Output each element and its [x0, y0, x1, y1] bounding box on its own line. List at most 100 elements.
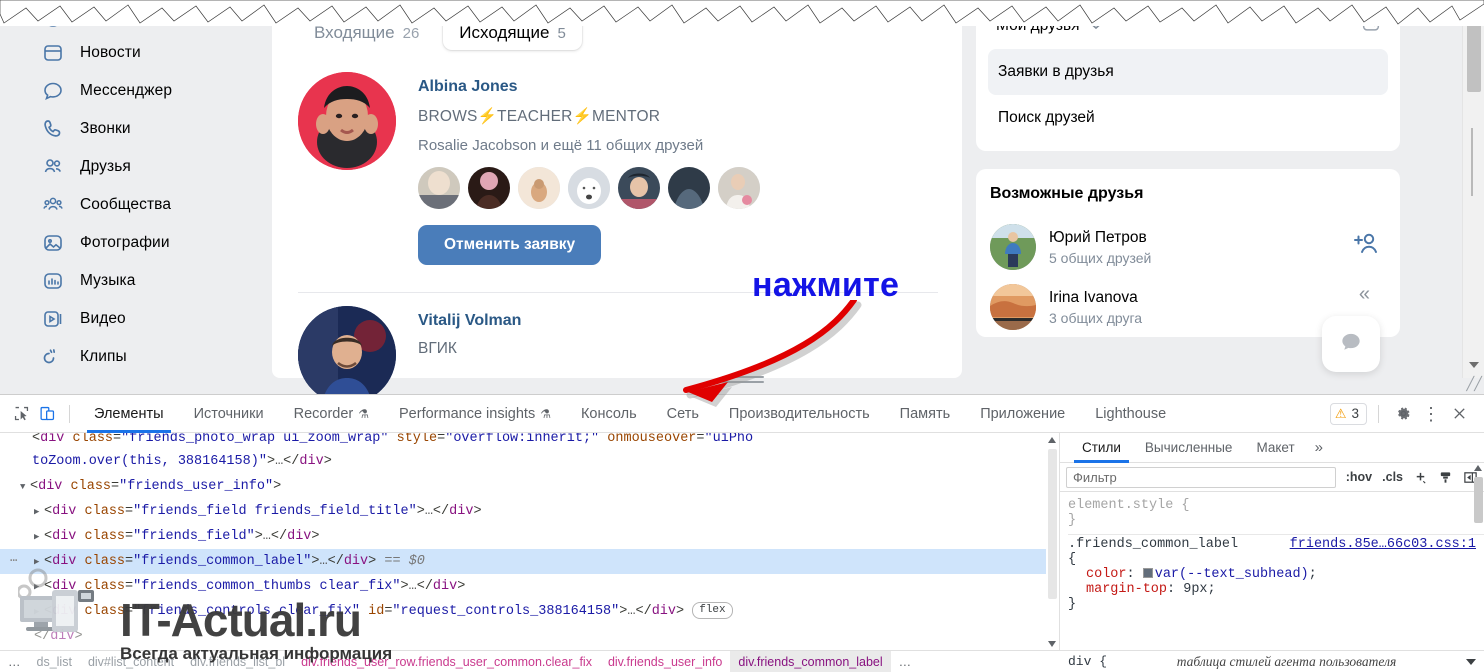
- cls-button[interactable]: .cls: [1382, 470, 1403, 484]
- tab-memory[interactable]: Память: [885, 395, 966, 433]
- dom-tree-scrollbar[interactable]: [1046, 433, 1059, 651]
- styles-scrollbar[interactable]: [1473, 463, 1484, 651]
- sidebar-item-groups[interactable]: Сообщества: [22, 186, 272, 224]
- add-friend-icon[interactable]: [1350, 229, 1380, 264]
- request-user-name[interactable]: Albina Jones: [418, 78, 938, 96]
- breadcrumb-item[interactable]: div.friends_user_row.friends_user_common…: [293, 651, 600, 672]
- sidebar-item-clips[interactable]: Клипы: [22, 338, 272, 376]
- warnings-badge[interactable]: ⚠ 3: [1329, 402, 1367, 425]
- dom-line[interactable]: ▶ <div class="friends_common_thumbs clear…: [0, 574, 1059, 599]
- tab-lighthouse[interactable]: Lighthouse: [1080, 395, 1181, 433]
- css-property-name[interactable]: color: [1086, 567, 1127, 582]
- breadcrumb-item[interactable]: ds_list: [29, 651, 80, 672]
- scrollbar-thumb[interactable]: [1048, 449, 1057, 599]
- suggestion-name[interactable]: Irina Ivanova: [1049, 289, 1142, 307]
- css-source-link[interactable]: friends.85e…66c03.css:1: [1290, 537, 1484, 552]
- thumb-avatar[interactable]: [618, 167, 660, 209]
- suggestion-row[interactable]: Юрий Петров 5 общих друзей: [990, 217, 1386, 277]
- dom-line[interactable]: ▶ <div class="friends_field friends_field…: [0, 499, 1059, 524]
- breadcrumb-overflow-right[interactable]: …: [891, 655, 920, 669]
- hov-button[interactable]: :hov: [1346, 470, 1372, 484]
- flex-badge[interactable]: flex: [692, 601, 733, 619]
- css-selector[interactable]: element.style: [1068, 498, 1173, 513]
- tab-computed[interactable]: Вычисленные: [1133, 433, 1245, 463]
- breadcrumb-overflow-left[interactable]: …: [0, 655, 29, 669]
- thumb-avatar[interactable]: [718, 167, 760, 209]
- nav-item-friend-requests[interactable]: Заявки в друзья: [988, 49, 1388, 95]
- css-rule-element-style[interactable]: element.style { }: [1068, 496, 1484, 530]
- dom-line-selected[interactable]: ⋯ ▶ <div class="friends_common_label">…</…: [0, 549, 1059, 574]
- thumb-avatar[interactable]: [518, 167, 560, 209]
- sidebar-item-friends[interactable]: Друзья: [22, 148, 272, 186]
- avatar[interactable]: [990, 224, 1036, 270]
- close-icon[interactable]: [1446, 401, 1472, 427]
- dom-tree-pane[interactable]: <div class="friends_photo_wrap ui_zoom_w…: [0, 433, 1060, 651]
- calendar-icon[interactable]: [1360, 12, 1382, 39]
- thumb-avatar[interactable]: [668, 167, 710, 209]
- breadcrumb-item-selected[interactable]: div.friends_common_label: [730, 651, 891, 672]
- sidebar-item-video[interactable]: Видео: [22, 300, 272, 338]
- class-styles-icon[interactable]: [1438, 470, 1453, 485]
- kebab-menu-icon[interactable]: ⋮: [1418, 401, 1444, 427]
- breadcrumb-item[interactable]: div.friends_list_bl: [182, 651, 293, 672]
- expand-triangle-icon[interactable]: ▶: [34, 550, 44, 575]
- tab-incoming[interactable]: Входящие 26: [298, 16, 435, 50]
- resize-handle-icon[interactable]: ╱╱: [1466, 376, 1482, 392]
- dom-line[interactable]: ▼ <div class="friends_user_info">: [0, 474, 1059, 499]
- tab-layout[interactable]: Макет: [1244, 433, 1306, 463]
- dom-line[interactable]: <div class="friends_photo_wrap ui_zoom_w…: [0, 433, 1059, 449]
- sidebar-item-profile[interactable]: раня: [22, 0, 272, 34]
- user-agent-stylesheet-row[interactable]: div { таблица стилей агента пользователя: [1060, 650, 1484, 672]
- chevron-down-icon[interactable]: [1088, 18, 1104, 34]
- nav-item-find-friends[interactable]: Поиск друзей: [988, 95, 1388, 141]
- chevron-double-right-icon[interactable]: »: [1307, 439, 1331, 456]
- inspect-element-icon[interactable]: [8, 401, 34, 427]
- request-common-friends-label[interactable]: Rosalie Jacobson и ещё 11 общих друзей: [418, 137, 938, 154]
- my-friends-title[interactable]: Мои друзья: [996, 17, 1080, 35]
- device-toolbar-icon[interactable]: [34, 401, 60, 427]
- suggestion-name[interactable]: Юрий Петров: [1049, 229, 1151, 247]
- sidebar-item-calls[interactable]: Звонки: [22, 110, 272, 148]
- sidebar-item-news[interactable]: Новости: [22, 34, 272, 72]
- tab-application[interactable]: Приложение: [965, 395, 1080, 433]
- expand-triangle-icon[interactable]: ▶: [34, 600, 44, 625]
- breadcrumb-item[interactable]: div#list_content: [80, 651, 182, 672]
- scroll-down-arrow-icon[interactable]: [1048, 641, 1056, 647]
- tab-sources[interactable]: Источники: [179, 395, 279, 433]
- expand-triangle-icon[interactable]: ▶: [34, 575, 44, 600]
- sidebar-item-messenger[interactable]: Мессенджер: [22, 72, 272, 110]
- page-scrollbar[interactable]: [1462, 0, 1484, 378]
- request-user-name[interactable]: Vitalij Volman: [418, 312, 521, 330]
- color-swatch[interactable]: [1142, 568, 1153, 578]
- tab-recorder[interactable]: Recorder ⚗: [279, 395, 384, 433]
- css-property-name[interactable]: margin-top: [1086, 582, 1167, 597]
- breadcrumb-item[interactable]: div.friends_user_info: [600, 651, 730, 672]
- thumb-avatar[interactable]: [568, 167, 610, 209]
- expand-triangle-icon[interactable]: ▼: [20, 475, 30, 500]
- tab-elements[interactable]: Элементы: [79, 395, 179, 433]
- tab-console[interactable]: Консоль: [566, 395, 652, 433]
- tab-styles[interactable]: Стили: [1070, 433, 1133, 463]
- css-property-value[interactable]: var(--text_subhead): [1155, 567, 1309, 582]
- double-chevron-left-icon[interactable]: «: [1359, 283, 1370, 306]
- scroll-down-arrow-icon[interactable]: [1469, 362, 1479, 368]
- gear-icon[interactable]: [1390, 401, 1416, 427]
- thumb-avatar[interactable]: [418, 167, 460, 209]
- avatar[interactable]: [990, 284, 1036, 330]
- dom-line[interactable]: ▶ <div class="friends_field">…</div>: [0, 524, 1059, 549]
- expand-triangle-icon[interactable]: ▶: [34, 500, 44, 525]
- scrollbar-thumb[interactable]: [1467, 4, 1481, 92]
- dom-line[interactable]: toZoom.over(this, 388164158)">…</div>: [0, 449, 1059, 474]
- thumb-avatar[interactable]: [468, 167, 510, 209]
- chevron-down-icon[interactable]: [1465, 658, 1476, 665]
- css-property-value[interactable]: 9px: [1183, 582, 1207, 597]
- css-selector[interactable]: .friends_common_label: [1068, 537, 1238, 552]
- tab-performance-insights[interactable]: Performance insights ⚗: [384, 395, 566, 433]
- expand-triangle-icon[interactable]: ▶: [34, 525, 44, 550]
- new-rule-icon[interactable]: [1413, 470, 1428, 485]
- dom-line[interactable]: ▶ <div class="friends_controls clear_fix"…: [0, 599, 1059, 624]
- tab-outgoing[interactable]: Исходящие 5: [443, 16, 582, 50]
- sidebar-item-music[interactable]: Музыка: [22, 262, 272, 300]
- dom-line[interactable]: </div>: [0, 624, 1059, 649]
- avatar[interactable]: [298, 72, 396, 170]
